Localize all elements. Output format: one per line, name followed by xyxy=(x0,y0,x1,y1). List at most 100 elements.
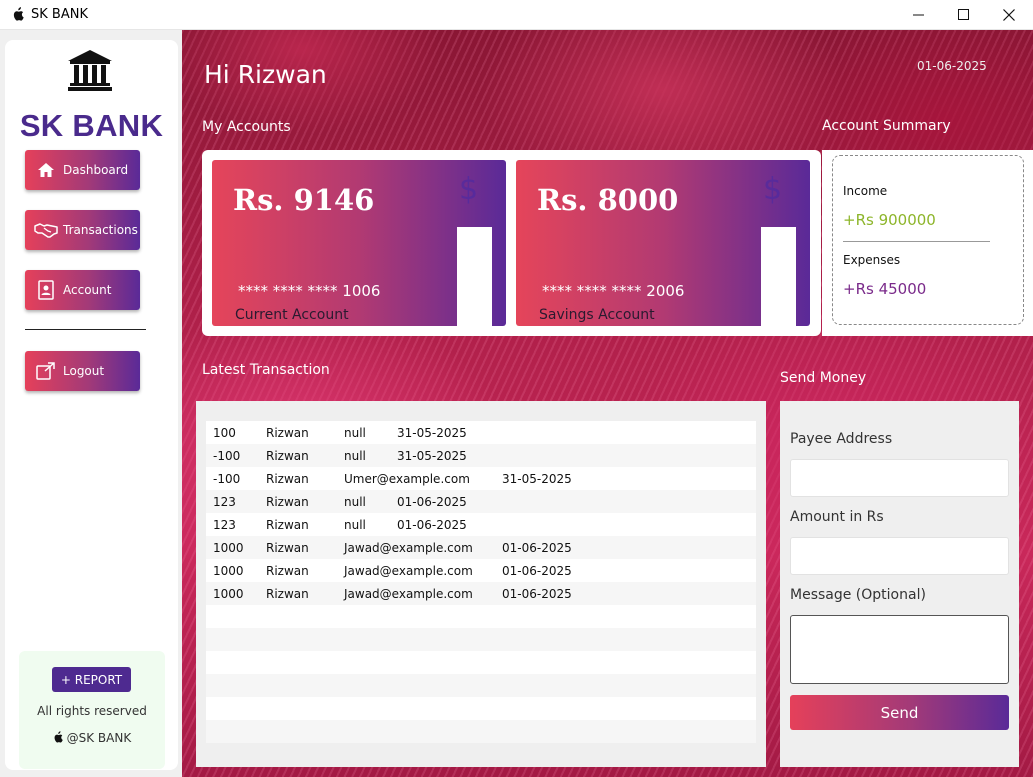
nav-account-button[interactable]: Account xyxy=(25,270,140,310)
table-row[interactable]: 123 Rizwan null 01-06-2025 xyxy=(206,513,756,536)
payee-label: Payee Address xyxy=(790,431,893,447)
amount-input[interactable] xyxy=(790,537,1009,575)
tx-amount: 1000 xyxy=(213,564,244,578)
table-row[interactable]: -100 Rizwan null 31-05-2025 xyxy=(206,444,756,467)
table-row[interactable]: 1000 Rizwan Jawad@example.com 01-06-2025 xyxy=(206,536,756,559)
tx-amount: -100 xyxy=(213,472,241,486)
close-icon xyxy=(1002,8,1015,21)
nav-account-label: Account xyxy=(63,283,112,297)
card-bar xyxy=(761,227,796,326)
tx-recipient: null xyxy=(344,518,366,532)
account-card-current[interactable]: Rs. 9146 $ **** **** **** 1006 Current A… xyxy=(212,160,506,326)
send-button[interactable]: Send xyxy=(790,695,1009,730)
nav-dashboard-button[interactable]: Dashboard xyxy=(25,150,140,190)
current-date: 01-06-2025 xyxy=(917,59,987,73)
table-row[interactable]: -100 Rizwan Umer@example.com 31-05-2025 xyxy=(206,467,756,490)
account-summary-panel: Income +Rs 900000 Expenses +Rs 45000 xyxy=(822,150,1033,336)
tx-recipient: null xyxy=(344,449,366,463)
account-number: **** **** **** 1006 xyxy=(238,282,381,300)
rights-text: All rights reserved xyxy=(37,704,147,718)
tx-recipient: Jawad@example.com xyxy=(344,541,473,555)
tx-amount: 123 xyxy=(213,518,236,532)
tx-date: 01-06-2025 xyxy=(397,495,467,509)
tx-recipient: null xyxy=(344,495,366,509)
empty-table-row[interactable] xyxy=(206,605,756,628)
handshake-icon xyxy=(33,220,59,240)
window-title: SK BANK xyxy=(31,7,88,22)
dollar-icon: $ xyxy=(459,172,479,207)
tx-amount: 100 xyxy=(213,426,236,440)
send-money-panel: Payee Address Amount in Rs Message (Opti… xyxy=(780,401,1019,767)
account-balance: Rs. 9146 xyxy=(233,183,375,217)
minimize-button[interactable] xyxy=(896,0,941,29)
accounts-panel: Rs. 9146 $ **** **** **** 1006 Current A… xyxy=(202,150,821,336)
table-row[interactable]: 100 Rizwan null 31-05-2025 xyxy=(206,421,756,444)
tx-amount: -100 xyxy=(213,449,241,463)
nav-logout-label: Logout xyxy=(63,364,105,378)
tx-date: 31-05-2025 xyxy=(397,449,467,463)
tx-recipient: null xyxy=(344,426,366,440)
empty-table-row[interactable] xyxy=(206,697,756,720)
empty-table-row[interactable] xyxy=(206,674,756,697)
apple-icon xyxy=(54,731,63,743)
external-link-icon xyxy=(33,361,59,381)
tx-name: Rizwan xyxy=(266,518,309,532)
close-button[interactable] xyxy=(986,0,1031,29)
home-icon xyxy=(33,160,59,180)
amount-label: Amount in Rs xyxy=(790,509,884,525)
tx-name: Rizwan xyxy=(266,449,309,463)
card-bar xyxy=(457,227,492,326)
dollar-icon: $ xyxy=(763,172,783,207)
message-label: Message (Optional) xyxy=(790,587,926,603)
transactions-table[interactable]: 100 Rizwan null 31-05-2025 -100 Rizwan null 31-… xyxy=(196,401,766,767)
tx-date: 01-06-2025 xyxy=(502,587,572,601)
account-type: Savings Account xyxy=(539,307,655,323)
greeting: Hi Rizwan xyxy=(204,60,327,89)
tx-recipient: Jawad@example.com xyxy=(344,564,473,578)
empty-table-row[interactable] xyxy=(206,651,756,674)
expenses-value: +Rs 45000 xyxy=(843,280,927,298)
nav-dashboard-label: Dashboard xyxy=(63,163,129,177)
message-input[interactable] xyxy=(790,615,1009,684)
table-row[interactable]: 1000 Rizwan Jawad@example.com 01-06-2025 xyxy=(206,559,756,582)
maximize-button[interactable] xyxy=(941,0,986,29)
tx-name: Rizwan xyxy=(266,587,309,601)
nav-transactions-label: Transactions xyxy=(63,223,138,237)
report-panel: + REPORT All rights reserved @SK BANK xyxy=(19,651,165,769)
account-summary-title: Account Summary xyxy=(822,118,951,134)
copyright-label: @SK BANK xyxy=(66,731,132,745)
tx-date: 31-05-2025 xyxy=(397,426,467,440)
tx-date: 01-06-2025 xyxy=(502,541,572,555)
tx-name: Rizwan xyxy=(266,541,309,555)
account-number: **** **** **** 2006 xyxy=(542,282,685,300)
tx-name: Rizwan xyxy=(266,495,309,509)
copyright-text: @SK BANK xyxy=(19,731,165,745)
main-content: Hi Rizwan 01-06-2025 My Accounts Account… xyxy=(182,30,1033,777)
account-balance: Rs. 8000 xyxy=(537,183,679,217)
tx-name: Rizwan xyxy=(266,564,309,578)
payee-input[interactable] xyxy=(790,459,1009,497)
nav-logout-button[interactable]: Logout xyxy=(25,351,140,391)
bank-icon xyxy=(68,50,112,91)
report-button[interactable]: + REPORT xyxy=(52,667,131,692)
nav-divider xyxy=(25,329,146,330)
tx-amount: 123 xyxy=(213,495,236,509)
tx-name: Rizwan xyxy=(266,472,309,486)
tx-recipient: Jawad@example.com xyxy=(344,587,473,601)
user-card-icon xyxy=(33,280,59,300)
tx-amount: 1000 xyxy=(213,587,244,601)
minimize-icon xyxy=(913,14,924,16)
income-value: +Rs 900000 xyxy=(843,211,936,229)
empty-table-row[interactable] xyxy=(206,628,756,651)
tx-date: 01-06-2025 xyxy=(502,564,572,578)
table-row[interactable]: 1000 Rizwan Jawad@example.com 01-06-2025 xyxy=(206,582,756,605)
tx-date: 01-06-2025 xyxy=(397,518,467,532)
bank-name: SK BANK xyxy=(19,108,164,143)
account-card-savings[interactable]: Rs. 8000 $ **** **** **** 2006 Savings A… xyxy=(516,160,810,326)
nav-transactions-button[interactable]: Transactions xyxy=(25,210,140,250)
window-titlebar: SK BANK xyxy=(0,0,1033,30)
empty-table-row[interactable] xyxy=(206,720,756,743)
tx-name: Rizwan xyxy=(266,426,309,440)
table-row[interactable]: 123 Rizwan null 01-06-2025 xyxy=(206,490,756,513)
send-money-title: Send Money xyxy=(780,370,867,386)
